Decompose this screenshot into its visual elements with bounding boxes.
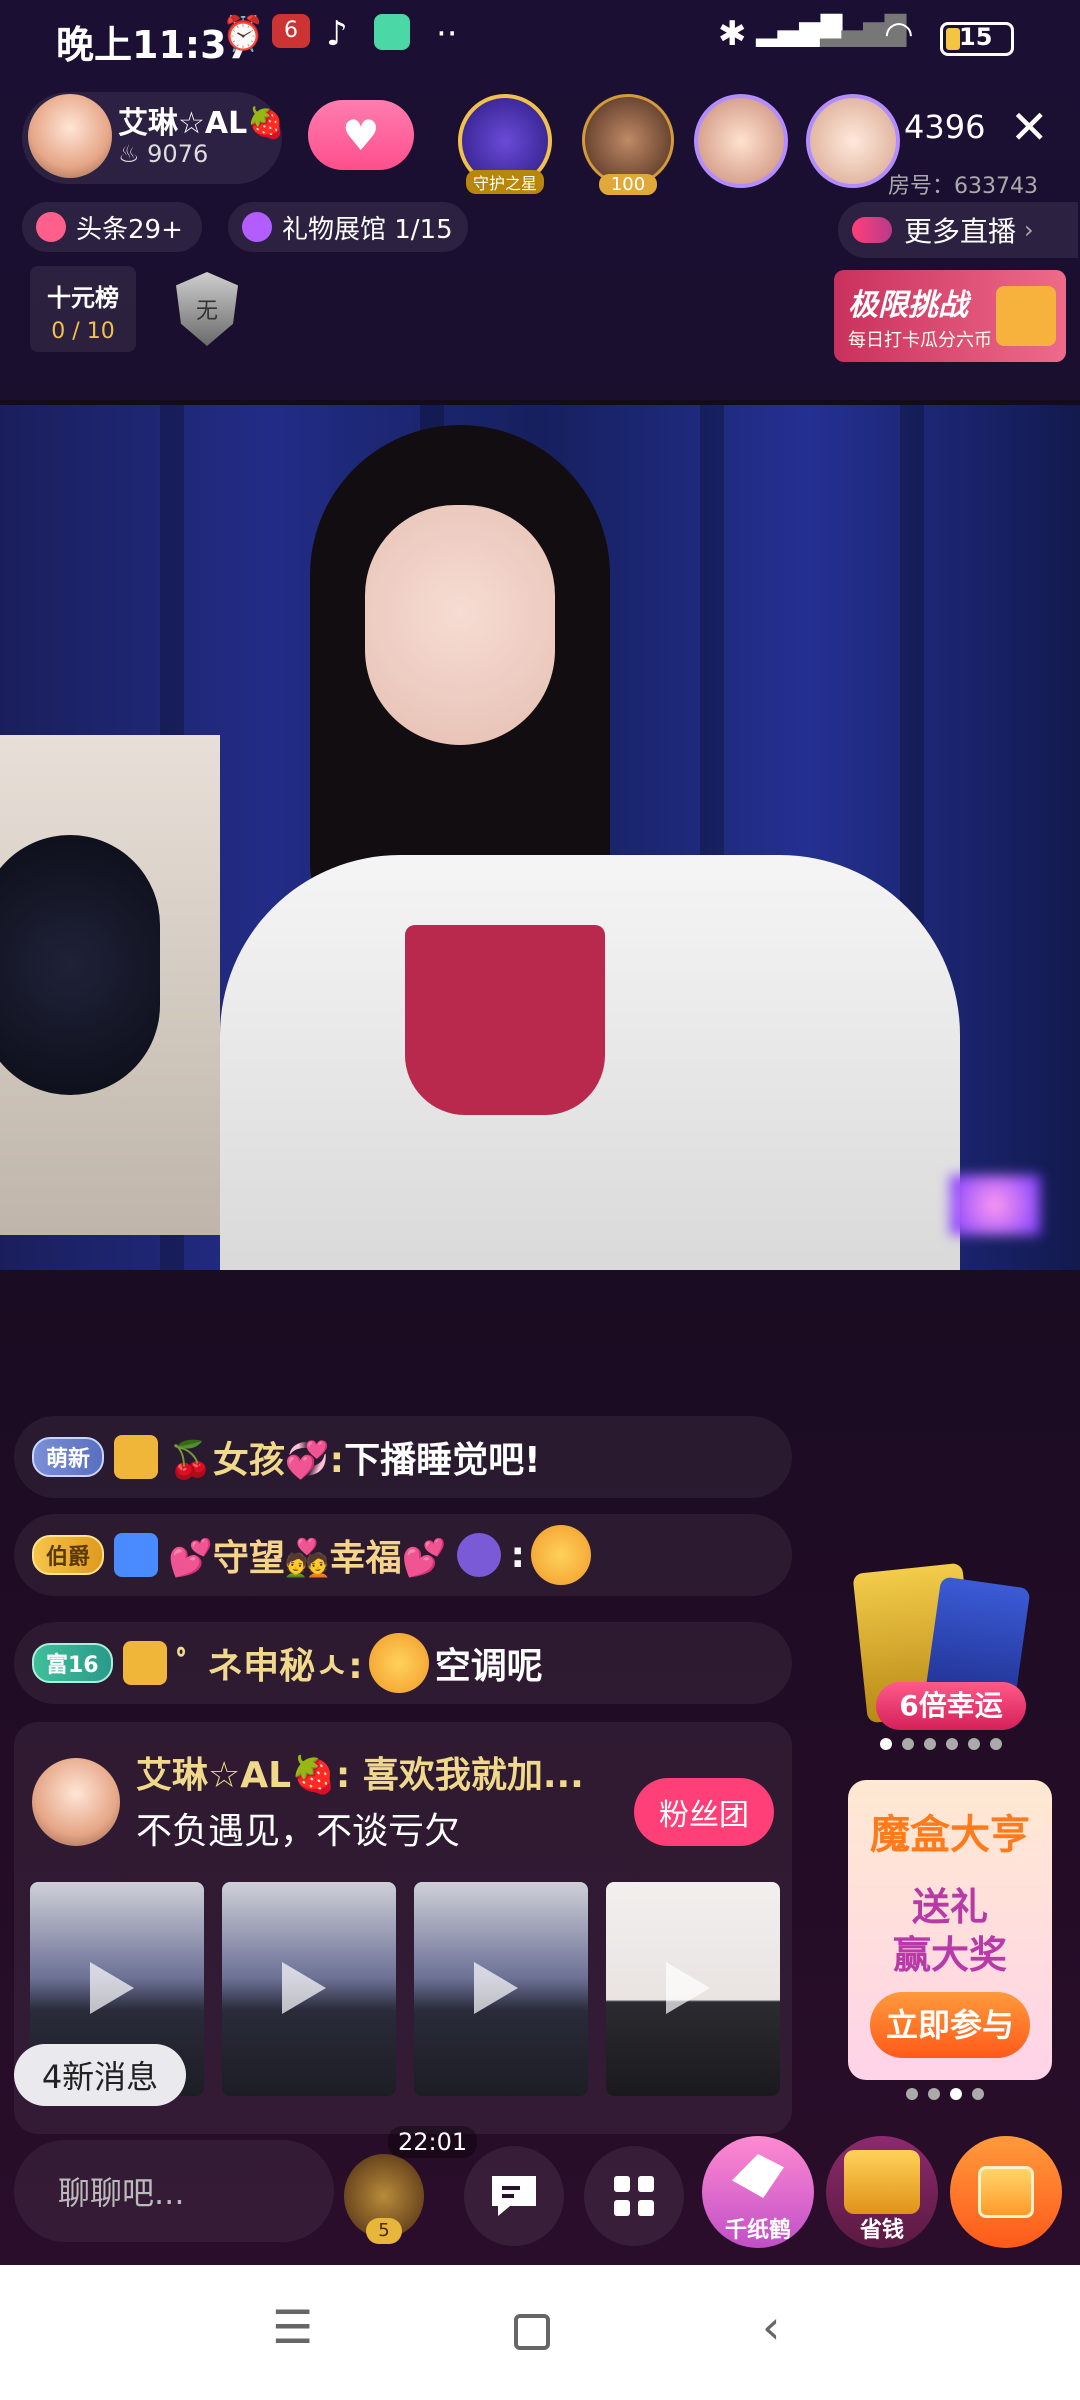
treasure-chest-icon[interactable]: 5	[344, 2154, 424, 2244]
user-icon	[122, 1641, 167, 1685]
chat-message[interactable]: 萌新 🍒女孩💞: 下播睡觉吧!	[14, 1416, 792, 1498]
tiktok-icon: ♪	[326, 14, 348, 54]
headline-chip[interactable]: 头条29+	[22, 202, 202, 252]
live-icon	[852, 217, 892, 243]
fan-club-button[interactable]: 粉丝团	[634, 1778, 774, 1846]
anchor-avatar[interactable]	[32, 1758, 120, 1846]
grid-icon[interactable]	[584, 2146, 684, 2246]
join-now-button[interactable]: 立即参与	[870, 1992, 1030, 2058]
gift-hall-chip[interactable]: 礼物展馆 1/15	[228, 202, 468, 252]
guardian-avatar-1[interactable]: 守护之星	[458, 94, 552, 194]
gift-box-icon	[996, 286, 1056, 346]
chest-timer: 22:01	[388, 2126, 478, 2158]
microphone-image	[0, 835, 160, 1095]
streamer-image	[200, 425, 960, 1270]
anchor-avatar[interactable]	[28, 94, 112, 178]
video-thumbnail[interactable]	[222, 1882, 396, 2096]
chat-message[interactable]: 伯爵 💕守望💑幸福💕 :	[14, 1514, 792, 1596]
carousel-dots	[880, 1738, 1002, 1750]
live-video[interactable]	[0, 405, 1080, 1270]
heart-plus-icon: ♥	[342, 110, 380, 160]
paper-crane-button[interactable]: 千纸鹤	[702, 2136, 814, 2248]
chat-bubble-icon[interactable]	[464, 2146, 564, 2246]
alarm-icon: ⏰	[222, 14, 265, 54]
anchor-name: 艾琳☆AL🍓	[118, 106, 285, 141]
wifi-icon: ◠	[884, 14, 914, 54]
chat-message[interactable]: 富16 ﾟ ネ申秘ㅅ: 空调呢	[14, 1622, 792, 1704]
follow-button[interactable]: ♥	[308, 100, 414, 170]
close-icon[interactable]: ✕	[1010, 100, 1049, 154]
guardian-avatar-4[interactable]	[806, 94, 900, 188]
gem-icon	[114, 1533, 159, 1577]
chat-input[interactable]: 聊聊吧...	[14, 2140, 334, 2242]
room-id: 房号：633743	[888, 174, 1038, 199]
carousel-dots	[906, 2088, 984, 2100]
app-icon	[374, 14, 410, 50]
guardian-avatar-2[interactable]: 100	[582, 94, 674, 195]
noble-badge: 伯爵	[32, 1535, 105, 1575]
anchor-heat: ♨ 9076	[118, 140, 209, 168]
save-money-button[interactable]: 省钱	[826, 2136, 938, 2248]
flame-icon	[36, 212, 66, 242]
back-icon[interactable]: ‹	[762, 2300, 780, 2354]
treasure-box-icon	[844, 2150, 920, 2214]
lucky-promo[interactable]: 6倍幸运	[850, 1558, 1050, 1748]
emoji-icon	[530, 1525, 591, 1585]
emblem-icon	[456, 1533, 501, 1577]
ten-yuan-rank[interactable]: 十元榜 0 / 10	[30, 266, 136, 352]
video-thumbnail[interactable]	[414, 1882, 588, 2096]
new-messages-button[interactable]: 4新消息	[14, 2044, 186, 2106]
menu-icon[interactable]: ☰	[272, 2300, 313, 2354]
flame-icon: ♨	[118, 140, 140, 168]
bluetooth-icon: ✱	[718, 14, 747, 54]
user-icon	[114, 1435, 159, 1479]
more-live-button[interactable]: 更多直播 ›	[838, 202, 1078, 258]
mohe-promo[interactable]: 魔盒大亨 送礼 赢大奖 立即参与	[848, 1780, 1052, 2080]
wealth-badge: 富16	[32, 1643, 113, 1683]
chevron-right-icon: ›	[1024, 216, 1034, 244]
app-notification-icon: 6	[272, 14, 310, 48]
battery-icon: 15	[940, 22, 1014, 56]
challenge-banner[interactable]: 极限挑战 每日打卡瓜分六币	[834, 270, 1066, 362]
level-badge: 萌新	[32, 1437, 105, 1477]
home-icon[interactable]	[514, 2314, 550, 2350]
more-notifications-icon: ··	[436, 14, 458, 54]
emoji-icon	[368, 1633, 429, 1693]
gift-icon	[978, 2166, 1034, 2218]
video-thumbnail[interactable]	[606, 1882, 780, 2096]
paper-crane-icon	[732, 2154, 784, 2198]
play-icon	[90, 1962, 134, 2014]
viewer-count[interactable]: 4396	[904, 108, 985, 146]
gift-hall-icon	[242, 212, 272, 242]
gift-button[interactable]	[950, 2136, 1062, 2248]
play-icon	[666, 1962, 710, 2014]
play-icon	[282, 1962, 326, 2014]
guardian-avatar-3[interactable]	[694, 94, 788, 188]
play-icon	[474, 1962, 518, 2014]
